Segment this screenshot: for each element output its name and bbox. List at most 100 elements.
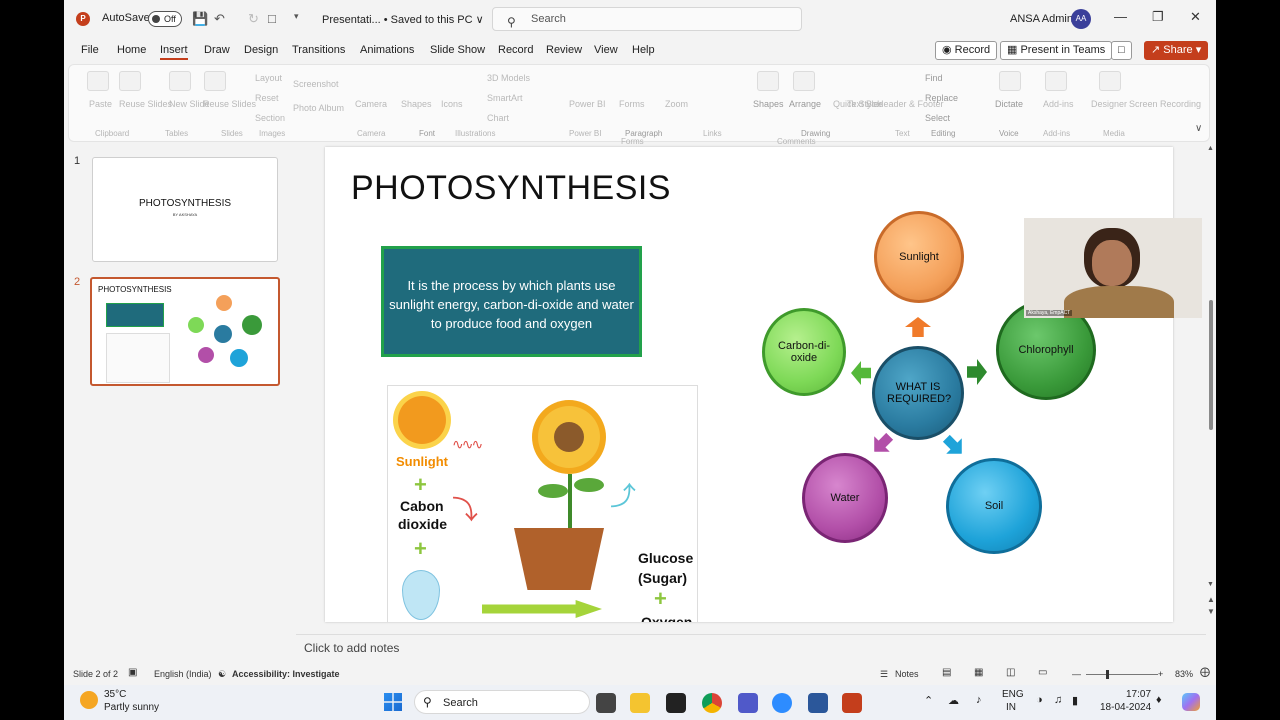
water-circle[interactable]: Water: [802, 453, 888, 543]
autosave-toggle[interactable]: Off: [148, 11, 182, 27]
save-icon[interactable]: 💾: [192, 11, 208, 27]
tab-design[interactable]: Design: [244, 44, 278, 56]
tab-insert[interactable]: Insert: [160, 44, 188, 60]
present-in-teams-button[interactable]: ▦ Present in Teams: [1000, 41, 1113, 60]
chrome-icon[interactable]: [702, 693, 722, 713]
present-icon[interactable]: □: [268, 11, 276, 26]
clock-date[interactable]: 18-04-2024: [1100, 702, 1151, 713]
minimize-icon[interactable]: —: [1114, 9, 1127, 24]
tab-review[interactable]: Review: [546, 44, 582, 56]
tab-file[interactable]: File: [81, 44, 99, 56]
copilot-icon[interactable]: [1182, 693, 1200, 711]
ribbon-layout[interactable]: Layout: [255, 73, 282, 83]
spelling-icon[interactable]: ▣: [128, 667, 137, 678]
ribbon-camera[interactable]: Camera: [355, 99, 387, 109]
weather-temp[interactable]: 35°C: [104, 689, 126, 700]
notes-placeholder[interactable]: Click to add notes: [304, 641, 399, 655]
restore-icon[interactable]: ❐: [1152, 9, 1164, 25]
volume-icon[interactable]: ♫: [1054, 694, 1062, 706]
arrange-icon[interactable]: [793, 71, 815, 91]
ribbon-reuse-slides[interactable]: Reuse Slides: [119, 99, 172, 109]
ribbon-paste[interactable]: Paste: [89, 99, 112, 109]
record-button[interactable]: ◉ Record: [935, 41, 998, 60]
prev-slide-icon[interactable]: ▲: [1207, 595, 1215, 604]
ribbon-screen-recording[interactable]: Screen Recording: [1129, 99, 1201, 109]
slide-title[interactable]: PHOTOSYNTHESIS: [351, 169, 671, 208]
microphone-tray-icon[interactable]: ♪: [976, 694, 982, 706]
tab-record[interactable]: Record: [498, 44, 533, 56]
normal-view-icon[interactable]: ▤: [942, 667, 951, 678]
shapes-icon[interactable]: [757, 71, 779, 91]
wifi-icon[interactable]: ◑: [1036, 694, 1043, 706]
reuse-slides-2-icon[interactable]: [204, 71, 226, 91]
ribbon-reuse-slides-2[interactable]: Reuse Slides: [203, 99, 256, 109]
definition-box[interactable]: It is the process by which plants use su…: [381, 246, 642, 357]
close-icon[interactable]: ✕: [1190, 9, 1201, 25]
paste-icon[interactable]: [87, 71, 109, 91]
fit-slide-icon[interactable]: ⨁: [1200, 667, 1210, 678]
tab-transitions[interactable]: Transitions: [292, 44, 345, 56]
collapse-ribbon-icon[interactable]: ∨: [1195, 123, 1202, 134]
clock-time[interactable]: 17:07: [1126, 689, 1151, 700]
ribbon-select[interactable]: Select: [925, 113, 950, 123]
ribbon-find[interactable]: Find: [925, 73, 943, 83]
slideshow-view-icon[interactable]: ▭: [1038, 667, 1047, 678]
weather-condition[interactable]: Partly sunny: [104, 702, 159, 713]
zoom-level[interactable]: 83%: [1175, 669, 1193, 679]
ribbon-screenshot[interactable]: Screenshot: [293, 79, 339, 89]
onedrive-icon[interactable]: ☁: [948, 694, 959, 707]
scroll-down-icon[interactable]: ▼: [1207, 581, 1214, 588]
new-slide-icon[interactable]: [169, 71, 191, 91]
tray-overflow-icon[interactable]: ⌃: [924, 694, 933, 707]
undo-icon[interactable]: ↶: [214, 11, 225, 27]
tab-draw[interactable]: Draw: [204, 44, 230, 56]
designer-icon[interactable]: [1099, 71, 1121, 91]
file-explorer-icon[interactable]: [630, 693, 650, 713]
tab-help[interactable]: Help: [632, 44, 655, 56]
zoom-app-icon[interactable]: [772, 693, 792, 713]
ribbon-replace[interactable]: Replace: [925, 93, 958, 103]
ribbon-dictate[interactable]: Dictate: [995, 99, 1023, 109]
language-in[interactable]: IN: [1006, 702, 1016, 713]
slide-thumbnail-1[interactable]: PHOTOSYNTHESIS BY AKSHAYA: [92, 157, 278, 262]
powerpoint-taskbar-icon[interactable]: [842, 693, 862, 713]
windows-start-icon[interactable]: [384, 693, 402, 711]
scroll-up-icon[interactable]: ▲: [1207, 145, 1214, 152]
tab-animations[interactable]: Animations: [360, 44, 414, 56]
task-view-icon[interactable]: [596, 693, 616, 713]
reuse-slides-icon[interactable]: [119, 71, 141, 91]
battery-icon[interactable]: ▮: [1072, 694, 1078, 707]
accessibility-status[interactable]: Accessibility: Investigate: [232, 669, 340, 679]
redo-icon[interactable]: ↻: [248, 11, 259, 27]
ribbon-smartart[interactable]: SmartArt: [487, 93, 523, 103]
ribbon-drawing-shapes[interactable]: Shapes: [753, 99, 784, 109]
next-slide-icon[interactable]: ▼: [1207, 607, 1215, 616]
share-button[interactable]: ↗ Share ▾: [1144, 41, 1209, 60]
sunlight-circle[interactable]: Sunlight: [874, 211, 964, 303]
language-eng[interactable]: ENG: [1002, 689, 1024, 700]
notes-toggle[interactable]: Notes: [895, 669, 919, 679]
microphone-icon[interactable]: [999, 71, 1021, 91]
ribbon-chart[interactable]: Chart: [487, 113, 509, 123]
ribbon-forms[interactable]: Forms: [619, 99, 645, 109]
tab-view[interactable]: View: [594, 44, 618, 56]
ribbon-power-bi[interactable]: Power BI: [569, 99, 606, 109]
ribbon-arrange[interactable]: Arrange: [789, 99, 821, 109]
soil-circle[interactable]: Soil: [946, 458, 1042, 554]
ribbon-zoom[interactable]: Zoom: [665, 99, 688, 109]
ribbon-reset[interactable]: Reset: [255, 93, 279, 103]
carbon-circle[interactable]: Carbon-di-oxide: [762, 308, 846, 396]
teams-app-icon[interactable]: [738, 693, 758, 713]
sticky-notes-icon[interactable]: [666, 693, 686, 713]
ribbon-add-ins[interactable]: Add-ins: [1043, 99, 1074, 109]
tab-home[interactable]: Home: [117, 44, 146, 56]
ribbon-shapes[interactable]: Shapes: [401, 99, 432, 109]
zoom-out-icon[interactable]: —: [1072, 669, 1081, 679]
center-circle[interactable]: WHAT IS REQUIRED?: [872, 346, 964, 440]
avatar[interactable]: AA: [1071, 9, 1091, 29]
document-title[interactable]: Presentati... • Saved to this PC ∨: [322, 13, 484, 26]
taskbar-search[interactable]: ⚲ Search: [414, 690, 590, 714]
notification-bell-icon[interactable]: ♦: [1156, 694, 1162, 706]
word-icon[interactable]: [808, 693, 828, 713]
ribbon-3d-models[interactable]: 3D Models: [487, 73, 530, 83]
